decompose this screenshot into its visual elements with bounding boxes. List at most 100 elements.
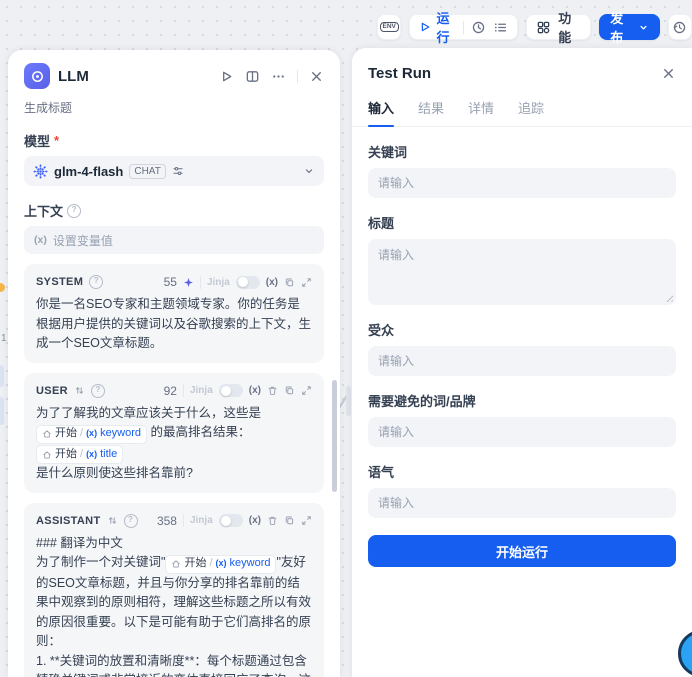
context-variable-input[interactable]: (x) 设置变量值 <box>24 226 324 254</box>
message-text[interactable]: 你是一名SEO专家和主题领域专家。你的任务是根据用户提供的关键词以及谷歌搜索的上… <box>36 295 312 354</box>
env-icon: ENV <box>380 22 399 33</box>
jinja-toggle[interactable] <box>219 384 243 397</box>
model-params-icon[interactable] <box>172 165 184 177</box>
help-icon: ? <box>89 275 103 289</box>
divider <box>297 70 298 83</box>
prompt-message-system[interactable]: SYSTEM? 55 Jinja (x) 你是一名SEO专家和主题领域专家。你的… <box>24 264 324 363</box>
publish-button[interactable]: 发布 <box>599 14 659 40</box>
reorder-role-icon[interactable] <box>74 385 85 396</box>
prompt-message-user[interactable]: USER? 92 Jinja (x) 为了了解我的文章应该关于什么，这些是开始/… <box>24 373 324 493</box>
field-control <box>368 417 676 447</box>
start-run-button[interactable]: 开始运行 <box>368 535 676 567</box>
run-history-icon[interactable] <box>471 20 486 35</box>
jinja-label: Jinja <box>207 277 230 288</box>
close-icon[interactable] <box>661 66 676 81</box>
node-title: LLM <box>58 68 89 85</box>
test-run-header: Test Run <box>368 65 676 82</box>
run-button[interactable]: 运行 <box>419 8 456 46</box>
llm-node-panel: LLM 生成标题 模型* <box>8 50 340 677</box>
features-label: 功能 <box>558 8 581 46</box>
panel-resize-handle[interactable] <box>346 386 351 416</box>
delete-message-icon[interactable] <box>267 515 278 526</box>
node-description: 生成标题 <box>24 99 324 116</box>
field-input[interactable] <box>368 417 676 447</box>
message-header: ASSISTANT? 358 Jinja (x) <box>36 510 312 532</box>
variable-insert-icon[interactable]: (x) <box>249 515 261 526</box>
variable-chip[interactable]: 开始/(x)keyword <box>165 555 276 574</box>
close-icon[interactable] <box>309 69 324 84</box>
message-header: SYSTEM? 55 Jinja (x) <box>36 271 312 293</box>
field-input[interactable] <box>368 168 676 198</box>
variable-chip[interactable]: 开始/(x)title <box>36 445 123 464</box>
expand-icon[interactable] <box>301 515 312 526</box>
divider <box>200 276 201 289</box>
variable-chip[interactable]: 开始/(x)keyword <box>36 425 147 444</box>
field-label: 标题 <box>368 213 676 232</box>
prompt-messages: SYSTEM? 55 Jinja (x) 你是一名SEO专家和主题领域专家。你的… <box>24 264 324 677</box>
publish-label: 发布 <box>610 8 633 46</box>
generate-prompt-icon[interactable] <box>183 277 194 288</box>
more-menu-icon[interactable] <box>271 69 286 84</box>
expand-icon[interactable] <box>301 277 312 288</box>
field-textarea[interactable] <box>368 239 676 305</box>
canvas-node-fragment <box>0 397 4 425</box>
copy-icon[interactable] <box>284 515 295 526</box>
field-control <box>368 488 676 518</box>
model-label: 模型* <box>24 131 324 150</box>
jinja-toggle[interactable] <box>236 276 260 289</box>
field-input[interactable] <box>368 488 676 518</box>
tab-结果[interactable]: 结果 <box>418 98 444 126</box>
tab-追踪[interactable]: 追踪 <box>518 98 544 126</box>
canvas-node-port <box>0 283 5 292</box>
copy-icon[interactable] <box>284 385 295 396</box>
delete-message-icon[interactable] <box>267 385 278 396</box>
role-label: SYSTEM <box>36 276 83 288</box>
scrollbar-thumb[interactable] <box>332 380 337 492</box>
divider <box>183 384 184 397</box>
canvas-node-fragment <box>0 365 4 387</box>
chevron-down-icon <box>303 165 315 177</box>
panel-actions <box>219 69 324 84</box>
model-mode-badge: CHAT <box>129 164 165 179</box>
model-name: glm-4-flash <box>54 164 123 179</box>
prompt-message-assistant[interactable]: ASSISTANT? 358 Jinja (x) ### 翻译为中文为了制作一个… <box>24 503 324 677</box>
variable-insert-icon[interactable]: (x) <box>249 385 261 396</box>
split-view-icon[interactable] <box>245 69 260 84</box>
field-label: 需要避免的词/品牌 <box>368 391 676 410</box>
variable-insert-icon[interactable]: (x) <box>266 277 278 288</box>
model-selector[interactable]: glm-4-flash CHAT <box>24 156 324 186</box>
blocks-icon <box>536 20 551 35</box>
copy-icon[interactable] <box>284 277 295 288</box>
zhipu-logo-icon <box>33 164 48 179</box>
divider <box>463 21 464 34</box>
token-count: 92 <box>164 384 177 398</box>
run-node-icon[interactable] <box>219 69 234 84</box>
workflow-canvas: 1 ENV 运行 功能 <box>0 0 692 677</box>
variable-icon: (x) <box>34 234 47 246</box>
token-count: 55 <box>164 275 177 289</box>
env-button[interactable]: ENV <box>377 14 401 40</box>
checklist-icon[interactable] <box>493 20 508 35</box>
tab-输入[interactable]: 输入 <box>368 98 394 126</box>
field-input[interactable] <box>368 346 676 376</box>
history-button[interactable] <box>668 14 692 40</box>
reorder-role-icon[interactable] <box>107 515 118 526</box>
help-icon: ? <box>91 384 105 398</box>
home-icon <box>171 559 181 569</box>
expand-icon[interactable] <box>301 385 312 396</box>
llm-panel-header: LLM <box>24 63 324 89</box>
role-label: USER <box>36 385 68 397</box>
jinja-toggle[interactable] <box>219 514 243 527</box>
history-clock-icon <box>672 20 687 35</box>
chevron-down-icon <box>638 22 649 33</box>
message-header: USER? 92 Jinja (x) <box>36 380 312 402</box>
field-control <box>368 168 676 198</box>
help-icon: ? <box>124 514 138 528</box>
message-text[interactable]: ### 翻译为中文为了制作一个对关键词"开始/(x)keyword"友好的SEO… <box>36 534 312 677</box>
llm-node-icon <box>24 63 50 89</box>
message-text[interactable]: 为了了解我的文章应该关于什么，这些是开始/(x)keyword 的最高排名结果：… <box>36 404 312 484</box>
features-button[interactable]: 功能 <box>526 14 591 40</box>
tab-详情[interactable]: 详情 <box>468 98 494 126</box>
panel-title: Test Run <box>368 65 431 82</box>
required-mark: * <box>54 133 59 148</box>
